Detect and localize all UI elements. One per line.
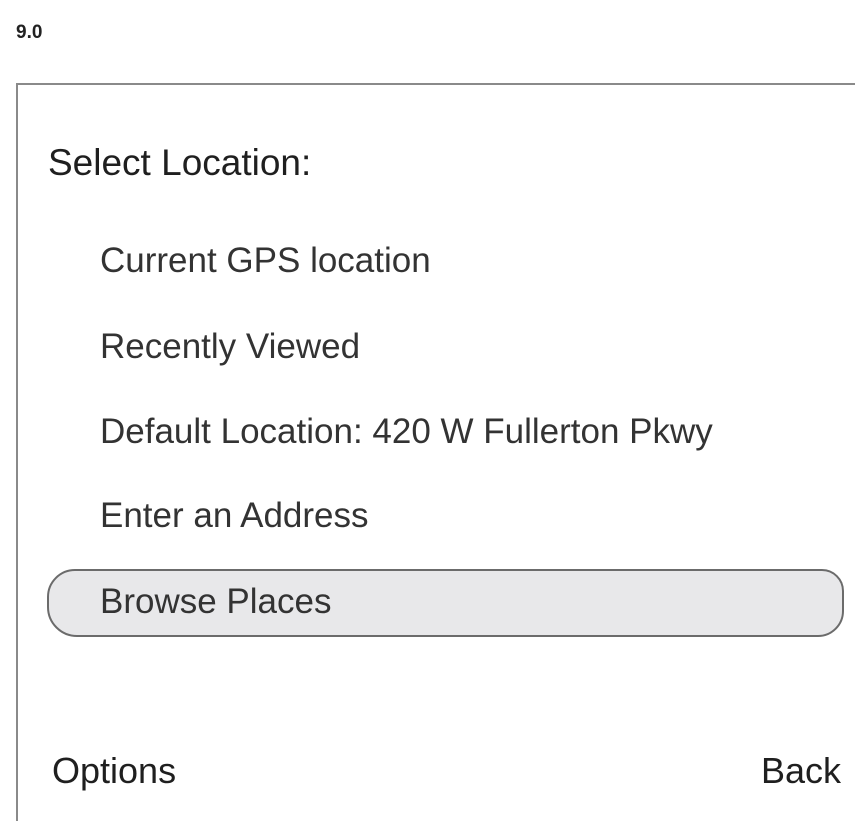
menu-item-default-location[interactable]: Default Location: 420 W Fullerton Pkwy [100,412,713,452]
options-softkey[interactable]: Options [52,750,176,792]
screen-title: Select Location: [48,142,312,183]
menu-item-current-gps-location[interactable]: Current GPS location [100,241,431,281]
menu-item-recently-viewed[interactable]: Recently Viewed [100,327,360,367]
version-label: 9.0 [16,22,43,43]
menu-item-browse-places[interactable]: Browse Places [100,582,331,622]
menu-item-enter-an-address[interactable]: Enter an Address [100,496,369,536]
phone-screen-frame [16,83,855,821]
back-softkey[interactable]: Back [761,750,841,792]
